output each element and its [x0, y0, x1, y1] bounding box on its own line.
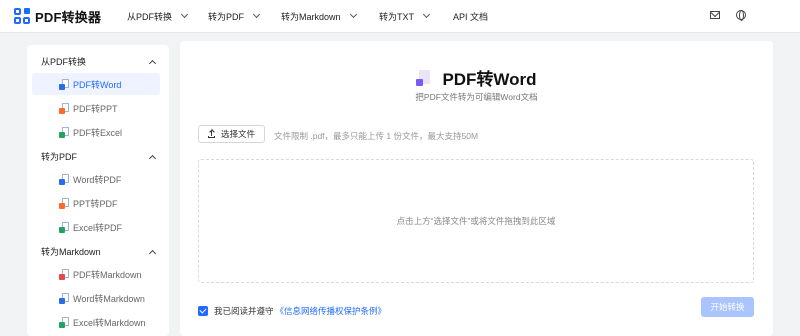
sidebar-item-excel-to-pdf[interactable]: Excel转PDF: [32, 216, 160, 238]
nav-api-docs-label: API 文档: [453, 11, 489, 22]
page-subtitle: 把PDF文件转为可编辑Word文档: [415, 92, 538, 102]
chevron-up-icon: [148, 154, 157, 162]
nav-to-txt-label: 转为TXT: [379, 11, 414, 22]
nav-to-txt[interactable]: 转为TXT: [379, 10, 431, 23]
ppt-file-icon: [59, 102, 69, 114]
nav-from-pdf-label: 从PDF转换: [127, 11, 173, 22]
sidebar-item-pdf-to-ppt[interactable]: PDF转PPT: [32, 97, 160, 119]
sidebar-item-label: PDF转Excel: [73, 127, 123, 138]
word-file-icon: [59, 292, 69, 304]
title-row: PDF转Word: [180, 65, 773, 90]
sidebar-item-label: Excel转Markdown: [73, 317, 146, 328]
sidebar-group-label: 转为Markdown: [41, 247, 101, 257]
upload-icon: [207, 130, 215, 138]
file-limit-hint: 文件限制 .pdf，最多只能上传 1 份文件，最大支持50M: [274, 131, 479, 141]
excel-file-icon: [59, 221, 69, 233]
sidebar-item-ppt-to-pdf[interactable]: PPT转PDF: [32, 192, 160, 214]
globe-icon[interactable]: [736, 10, 746, 21]
mail-icon[interactable]: [710, 11, 720, 19]
chevron-up-icon: [148, 59, 157, 67]
chevron-down-icon: [252, 10, 261, 19]
dropzone-text: 点击上方“选择文件”或将文件拖拽到此区域: [396, 216, 556, 226]
nav-api-docs[interactable]: API 文档: [453, 10, 488, 23]
sidebar-item-pdf-to-word[interactable]: PDF转Word: [32, 73, 160, 95]
nav-to-pdf[interactable]: 转为PDF: [208, 10, 261, 23]
sidebar-group-label: 转为PDF: [41, 152, 78, 162]
converter-panel: PDF转Word 把PDF文件转为可编辑Word文档 选择文件 文件限制 .pd…: [180, 41, 773, 336]
agreement-checkbox[interactable]: [198, 306, 208, 316]
file-dropzone[interactable]: 点击上方“选择文件”或将文件拖拽到此区域: [198, 159, 754, 283]
word-doc-icon: [416, 69, 431, 86]
sidebar-group-from-pdf[interactable]: 从PDF转换: [41, 55, 159, 68]
agreement-link[interactable]: 《信息网络传播权保护条例》: [276, 305, 387, 317]
sidebar: 从PDF转换 PDF转Word PDF转PPT PDF转Excel 转为PDF …: [27, 45, 169, 336]
top-navbar: PDF转换器 从PDF转换 转为PDF 转为Markdown 转为TXT API…: [0, 0, 800, 33]
sidebar-item-pdf-to-markdown[interactable]: PDF转Markdown: [32, 263, 160, 285]
logo-text: PDF转换器: [35, 9, 102, 25]
nav-from-pdf[interactable]: 从PDF转换: [127, 10, 189, 23]
word-file-icon: [59, 173, 69, 185]
chevron-down-icon: [349, 10, 357, 19]
excel-file-icon: [59, 126, 69, 138]
nav-to-markdown[interactable]: 转为Markdown: [281, 10, 357, 23]
sidebar-item-excel-to-markdown[interactable]: Excel转Markdown: [32, 311, 160, 333]
sidebar-item-label: Word转PDF: [73, 174, 122, 185]
logo-icon: [14, 8, 30, 24]
chevron-down-icon: [180, 10, 189, 19]
start-convert-button[interactable]: 开始转换: [701, 297, 754, 317]
sidebar-group-to-pdf[interactable]: 转为PDF: [41, 150, 159, 163]
sidebar-group-to-markdown[interactable]: 转为Markdown: [41, 245, 159, 258]
sidebar-item-label: PDF转PPT: [73, 103, 118, 114]
sidebar-item-label: PDF转Word: [73, 79, 122, 90]
agreement-text: 我已阅读并遵守: [214, 306, 274, 316]
nav-to-markdown-label: 转为Markdown: [281, 11, 341, 22]
top-icons: [710, 10, 746, 21]
excel-file-icon: [59, 316, 69, 328]
logo[interactable]: PDF转换器: [14, 7, 126, 26]
sidebar-item-label: PDF转Markdown: [73, 269, 142, 280]
sidebar-item-word-to-markdown[interactable]: Word转Markdown: [32, 287, 160, 309]
sidebar-item-label: Excel转PDF: [73, 222, 123, 233]
sidebar-item-label: PPT转PDF: [73, 198, 118, 209]
ppt-file-icon: [59, 197, 69, 209]
sidebar-item-word-to-pdf[interactable]: Word转PDF: [32, 168, 160, 190]
agreement-row: 我已阅读并遵守 《信息网络传播权保护条例》: [198, 305, 386, 317]
sidebar-item-label: Word转Markdown: [73, 293, 145, 304]
sidebar-item-pdf-to-excel[interactable]: PDF转Excel: [32, 121, 160, 143]
chevron-up-icon: [148, 249, 157, 257]
choose-file-label: 选择文件: [220, 129, 255, 139]
sidebar-group-label: 从PDF转换: [41, 57, 87, 67]
choose-file-button[interactable]: 选择文件: [198, 125, 265, 143]
word-file-icon: [59, 78, 69, 90]
page-title: PDF转Word: [442, 70, 537, 89]
pdf-file-icon: [59, 268, 69, 280]
nav-to-pdf-label: 转为PDF: [208, 11, 245, 22]
chevron-down-icon: [422, 10, 431, 19]
